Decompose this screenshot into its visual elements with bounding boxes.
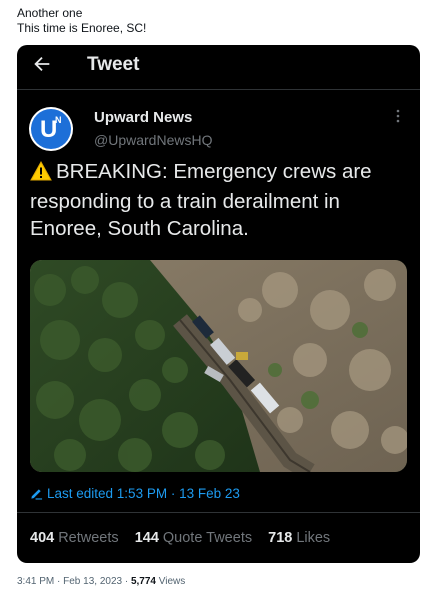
engagement-stats: 404 Retweets 144 Quote Tweets 718 Likes — [30, 529, 342, 547]
likes-stat[interactable]: 718 Likes — [268, 529, 330, 547]
views-count: 5,774 — [130, 576, 156, 587]
more-options-icon[interactable] — [395, 109, 401, 127]
views-label: Views — [155, 576, 186, 587]
retweets-label: Retweets — [58, 530, 119, 546]
avatar-logo: U N — [31, 109, 71, 149]
warning-icon — [30, 160, 52, 188]
post-timestamp: 3:41 PM · Feb 13, 2023 · — [17, 576, 131, 587]
tweet-screenshot-card: Tweet U N Upward News @UpwardNewsHQ BREA… — [17, 45, 420, 563]
post-caption: Another one This time is Enoree, SC! — [17, 6, 417, 36]
likes-label: Likes — [296, 530, 331, 546]
quote-tweets-label: Quote Tweets — [162, 530, 253, 546]
post-metadata: 3:41 PM · Feb 13, 2023 · 5,774 Views — [17, 575, 185, 588]
post-caption-line-2: This time is Enoree, SC! — [17, 21, 147, 35]
header-divider — [17, 89, 420, 90]
author-handle[interactable]: @UpwardNewsHQ — [94, 131, 212, 149]
pencil-icon — [30, 487, 43, 505]
retweets-count: 404 — [30, 530, 55, 546]
back-arrow-icon[interactable] — [31, 53, 55, 77]
page-title: Tweet — [87, 54, 140, 75]
quote-tweets-stat[interactable]: 144 Quote Tweets — [135, 529, 252, 547]
post-caption-line-1: Another one — [17, 6, 83, 20]
last-edited-label: Last edited 1:53 PM · 13 Feb 23 — [47, 486, 240, 501]
avatar[interactable]: U N — [29, 107, 73, 151]
avatar-small-letter: N — [55, 115, 62, 125]
last-edited-link[interactable]: Last edited 1:53 PM · 13 Feb 23 — [30, 485, 240, 505]
author-name[interactable]: Upward News — [94, 109, 192, 127]
stats-divider-top — [17, 512, 420, 513]
quote-tweets-count: 144 — [134, 530, 159, 546]
likes-count: 718 — [268, 530, 293, 546]
tweet-header-bar: Tweet — [17, 45, 420, 87]
tweet-text: BREAKING: Emergency crews are responding… — [30, 158, 412, 242]
retweets-stat[interactable]: 404 Retweets — [30, 529, 119, 547]
tweet-media-image[interactable] — [30, 260, 407, 472]
aerial-photo — [30, 260, 407, 472]
tweet-text-content: BREAKING: Emergency crews are responding… — [30, 160, 372, 240]
